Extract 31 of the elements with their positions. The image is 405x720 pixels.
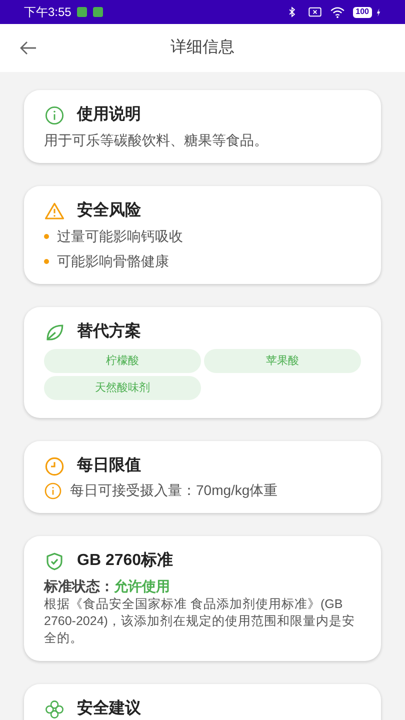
card-text: 用于可乐等碳酸饮料、糖果等食品。 [44,131,269,150]
warning-icon [44,200,65,222]
page-title: 详细信息 [170,38,234,58]
status-line: 标准状态：允许使用 [44,577,171,596]
info-icon [44,482,62,500]
info-icon [44,104,65,126]
chip[interactable]: 柠檬酸 [44,349,201,373]
limit-text: 每日可接受摄入量：70mg/kg体重 [70,481,278,500]
standard-text: 根据《食品安全国家标准 食品添加剂使用标准》(GB 2760-2024)，该添加剂在规定的使用范围和限量内是安全的。 [44,596,356,647]
bullet-text: 过量可能影响钙吸收 [57,227,183,246]
chip[interactable]: 苹果酸 [204,349,361,373]
card-title: 安全建议 [77,698,141,719]
shield-icon [44,550,65,572]
card-title: 使用说明 [77,104,141,125]
clock-icon [44,456,65,476]
leaf-icon [44,322,65,342]
card-title: 替代方案 [77,321,141,342]
card-title: 每日限值 [77,456,141,476]
notification-icon [93,7,104,17]
bluetooth-icon [288,6,296,18]
card-title: GB 2760标准 [77,550,174,571]
status-time: 下午3:55 [24,4,72,21]
card-title: 安全风险 [77,200,141,221]
flower-icon [44,698,65,720]
battery-icon: 100 [352,6,372,18]
sim-icon [308,7,322,17]
wifi-icon [330,6,345,18]
notification-icon [77,7,88,17]
bullet-text: 可能影响骨骼健康 [57,252,169,271]
charging-icon [376,8,381,16]
chip[interactable]: 天然酸味剂 [44,376,201,400]
